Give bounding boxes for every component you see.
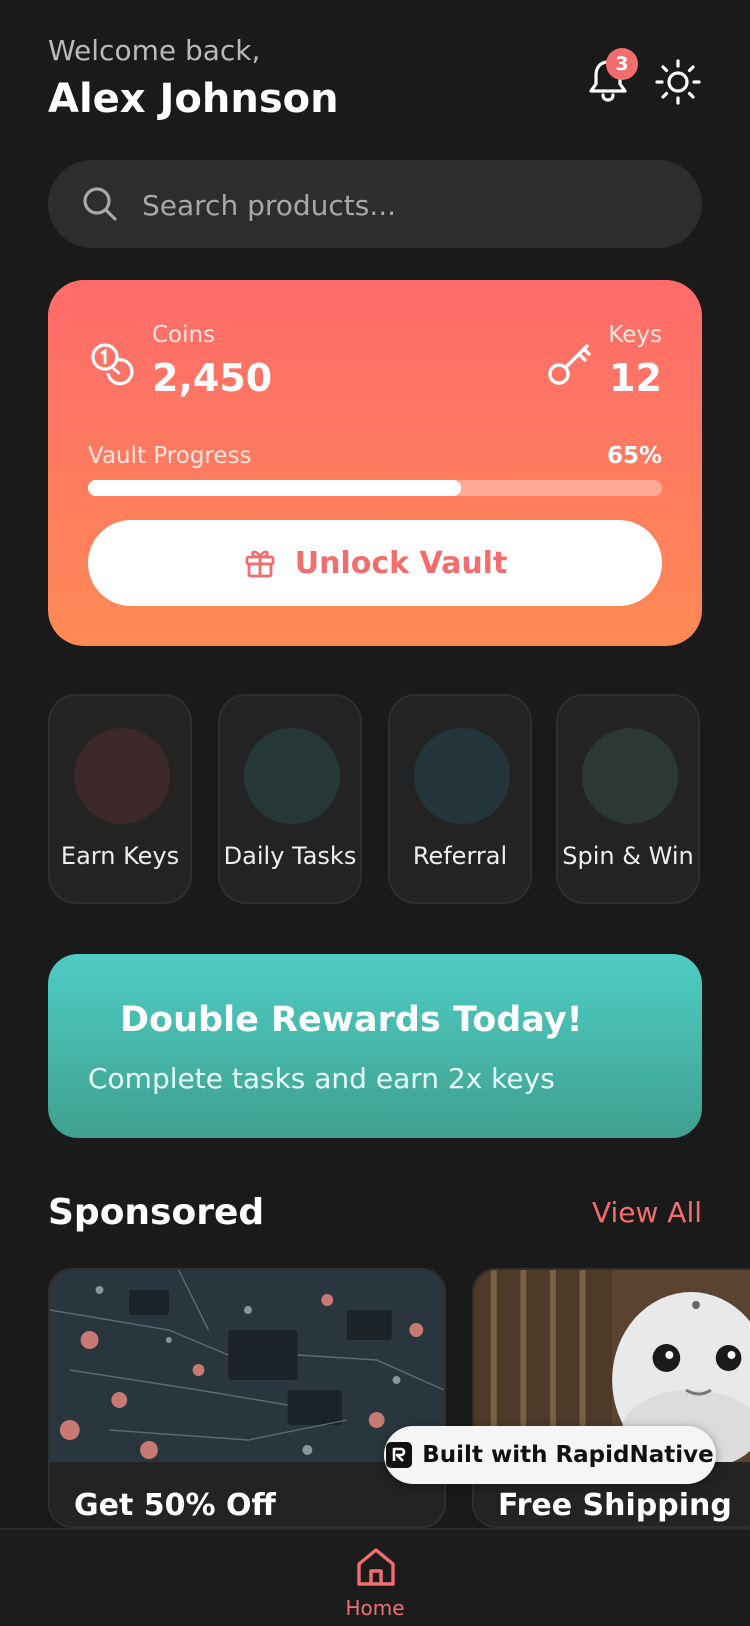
unlock-vault-button[interactable]: Unlock Vault: [88, 520, 662, 606]
spin-win-icon: [582, 728, 678, 824]
promo-subtitle: Complete tasks and earn 2x keys: [88, 1062, 555, 1095]
welcome-text: Welcome back,: [48, 34, 261, 67]
search-icon: [80, 184, 120, 224]
theme-toggle-button[interactable]: [652, 56, 704, 108]
sun-icon: [655, 59, 701, 105]
notification-badge: 3: [606, 48, 638, 80]
quick-action-label: Referral: [412, 842, 508, 870]
quick-action-label: Earn Keys: [60, 842, 180, 870]
sponsored-card-title: Get 50% Off: [74, 1488, 276, 1523]
unlock-vault-label: Unlock Vault: [294, 545, 508, 581]
keys-label: Keys: [608, 322, 662, 348]
keys-value: 12: [609, 356, 662, 400]
quick-action-label: Spin & Win: [562, 842, 694, 870]
built-with-label: Built with RapidNative: [422, 1442, 714, 1468]
quick-action-daily-tasks[interactable]: Daily Tasks: [218, 694, 362, 904]
quick-action-referral[interactable]: Referral: [388, 694, 532, 904]
sponsored-heading: Sponsored: [48, 1192, 265, 1233]
vault-progress-bar: [88, 480, 662, 496]
sponsored-card[interactable]: Get 50% Off: [48, 1268, 446, 1528]
user-name: Alex Johnson: [48, 76, 339, 122]
circuit-board-image: [50, 1270, 444, 1462]
vault-progress-label: Vault Progress: [88, 443, 252, 469]
vault-progress-value: 65%: [606, 443, 662, 469]
promo-banner[interactable]: [48, 954, 702, 1138]
built-with-badge[interactable]: Built with RapidNative: [384, 1426, 716, 1484]
home-icon[interactable]: [353, 1544, 399, 1590]
coins-label: Coins: [152, 322, 216, 348]
vault-progress-fill: [88, 480, 462, 496]
referral-icon: [414, 728, 510, 824]
gift-icon: [245, 550, 275, 578]
coins-icon: [86, 338, 138, 390]
earn-keys-icon: [74, 728, 170, 824]
quick-action-earn-keys[interactable]: Earn Keys: [48, 694, 192, 904]
rapidnative-logo-icon: [386, 1442, 413, 1468]
quick-action-spin-win[interactable]: Spin & Win: [556, 694, 700, 904]
coins-value: 2,450: [152, 356, 273, 400]
view-all-link[interactable]: View All: [560, 1196, 702, 1229]
sponsored-card-title: Free Shipping: [498, 1488, 732, 1523]
sponsored-card[interactable]: Free Shipping: [472, 1268, 750, 1528]
quick-action-label: Daily Tasks: [223, 842, 357, 870]
nav-home-label[interactable]: Home: [325, 1596, 425, 1620]
promo-title: Double Rewards Today!: [120, 1000, 583, 1040]
daily-tasks-icon: [244, 728, 340, 824]
search-input[interactable]: [140, 178, 664, 232]
